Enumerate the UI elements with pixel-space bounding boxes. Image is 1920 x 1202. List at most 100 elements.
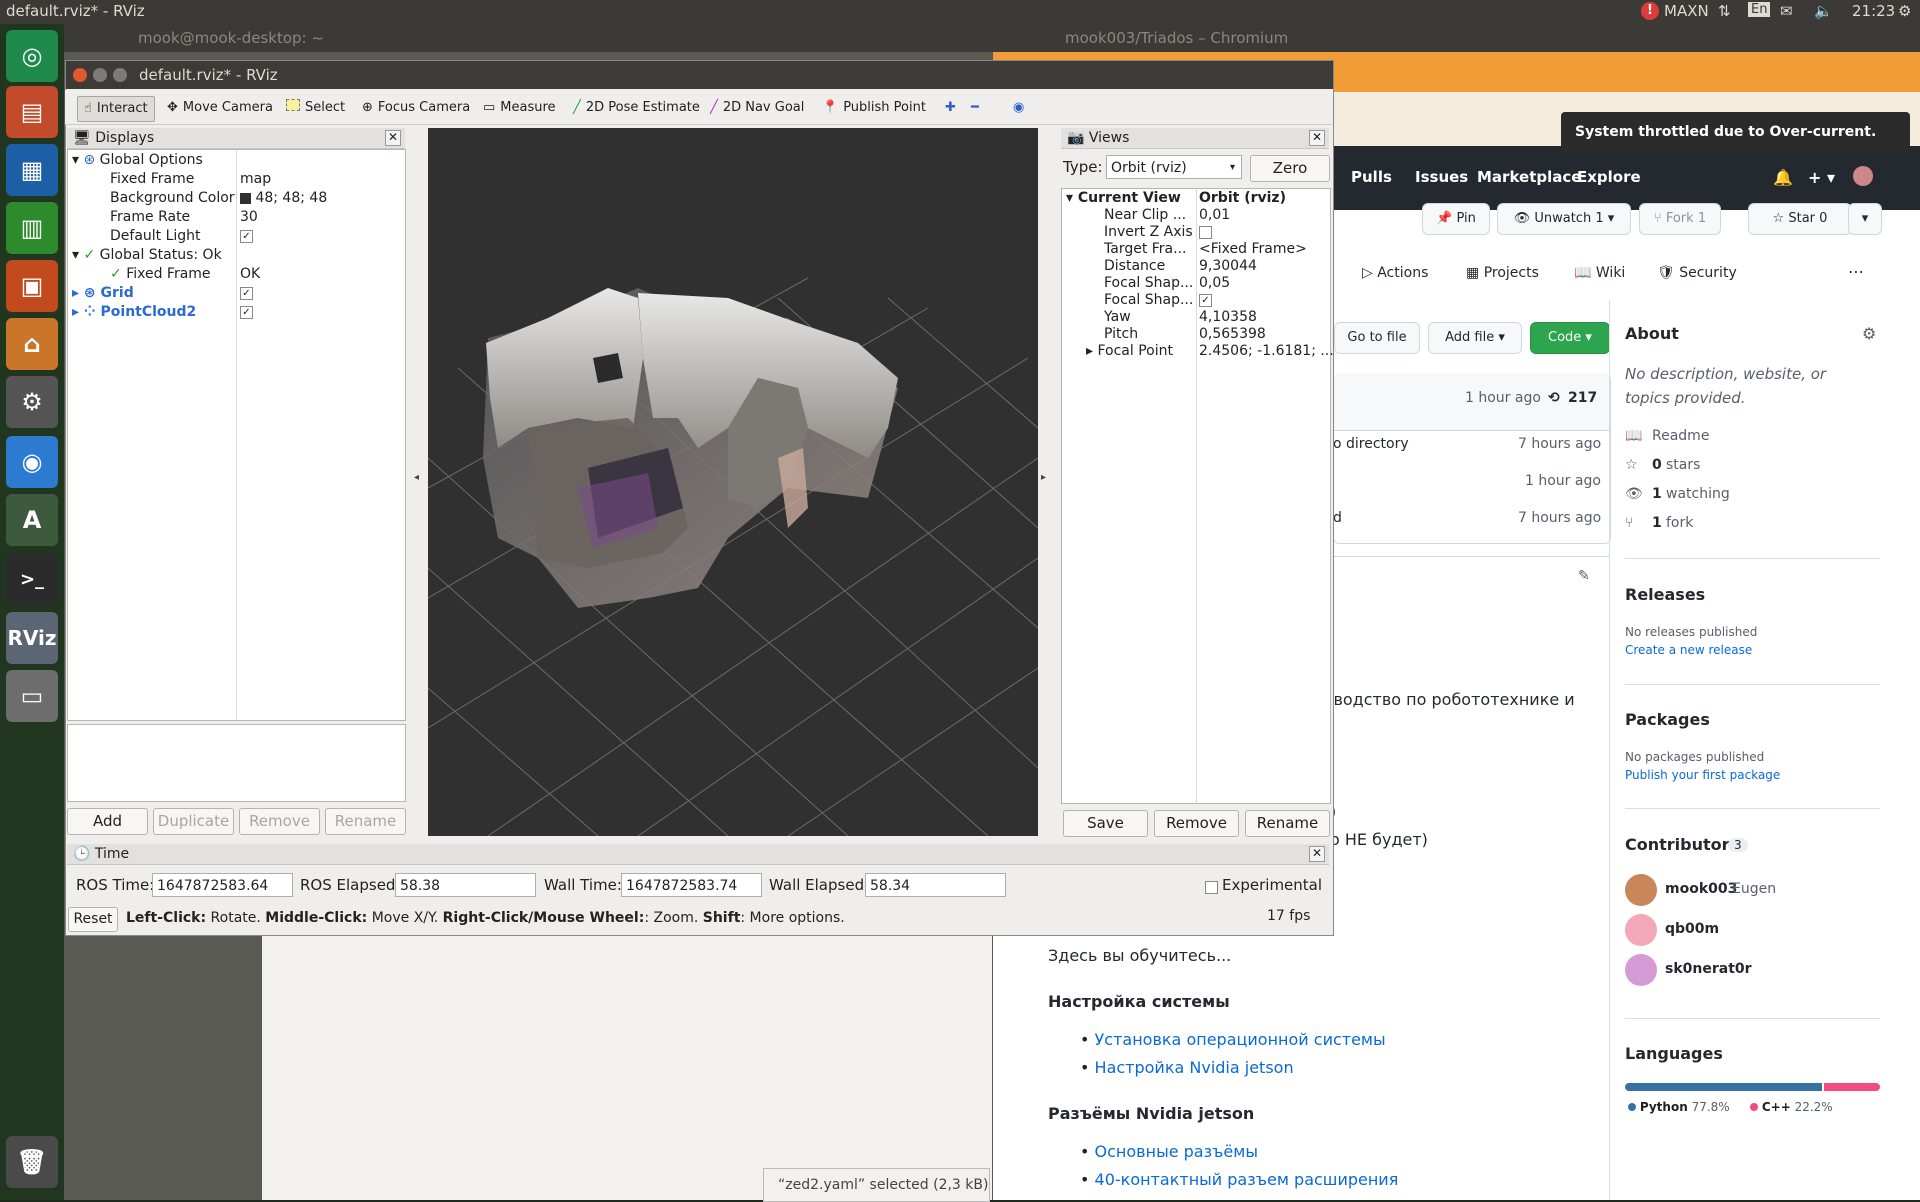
releases-title[interactable]: Releases xyxy=(1625,585,1705,604)
contributor-1-fullname[interactable]: Eugen xyxy=(1732,881,1776,897)
contributor-2[interactable]: qb00m xyxy=(1665,921,1719,937)
go-to-file-button[interactable]: Go to file xyxy=(1334,322,1420,354)
watching-count[interactable]: 1 xyxy=(1652,486,1662,502)
tool-2d-nav-goal[interactable]: ╱ 2D Nav Goal xyxy=(710,96,804,120)
unwatch-button[interactable]: 👁 Unwatch 1 ▾ xyxy=(1497,203,1631,235)
close-icon[interactable] xyxy=(73,68,87,82)
language-cpp[interactable]: C++ 22.2% xyxy=(1750,1100,1833,1114)
add-display-button[interactable]: Add xyxy=(67,808,148,835)
gear-icon[interactable]: ⚙ xyxy=(1898,2,1911,20)
frame-rate-value[interactable]: 30 xyxy=(240,208,258,227)
edit-readme-icon[interactable]: ✎ xyxy=(1578,568,1590,584)
minimize-icon[interactable] xyxy=(93,68,107,82)
writer-icon[interactable]: ▦ xyxy=(6,144,58,196)
power-mode-label[interactable]: MAXN xyxy=(1664,2,1709,20)
readme-link[interactable]: Readme xyxy=(1652,428,1709,444)
close-icon[interactable]: ✕ xyxy=(1309,846,1325,862)
commit-count[interactable]: 217 xyxy=(1568,390,1597,406)
calc-icon[interactable]: ▥ xyxy=(6,202,58,254)
chromium-icon[interactable]: ◉ xyxy=(6,436,58,488)
close-icon[interactable]: ✕ xyxy=(385,130,401,146)
tool-properties-icon[interactable]: ◉ xyxy=(1013,96,1024,120)
remove-display-button[interactable]: Remove xyxy=(239,808,320,835)
contributor-1[interactable]: mook003 xyxy=(1665,881,1737,897)
tree-row-fixed-frame[interactable]: Fixed Frame xyxy=(110,170,194,189)
3d-scene[interactable] xyxy=(428,128,1038,836)
avatar[interactable] xyxy=(1625,874,1657,906)
tool-interact[interactable]: ☝ Interact xyxy=(77,96,155,122)
remove-tool-icon[interactable]: ━ xyxy=(971,96,979,120)
nav-pulls[interactable]: Pulls xyxy=(1351,168,1392,186)
tree-row-global-status[interactable]: ▾ ✓ Global Status: Ok xyxy=(72,246,222,265)
ubuntu-icon[interactable]: ◎ xyxy=(6,30,58,82)
terminal-icon[interactable]: >_ xyxy=(6,554,58,606)
avatar[interactable] xyxy=(1853,166,1873,186)
rviz-icon[interactable]: RViz xyxy=(6,612,58,664)
code-button[interactable]: Code ▾ xyxy=(1530,322,1610,354)
file-name-1[interactable]: o directory xyxy=(1333,436,1409,452)
create-release-link[interactable]: Create a new release xyxy=(1625,643,1752,657)
fork-button[interactable]: ⑂ Fork 1 xyxy=(1639,203,1721,235)
history-icon[interactable]: ⟲ xyxy=(1548,390,1560,406)
zero-view-button[interactable]: Zero xyxy=(1250,155,1330,182)
publish-package-link[interactable]: Publish your first package xyxy=(1625,768,1780,782)
tool-publish-point[interactable]: 📍 Publish Point xyxy=(822,96,926,120)
stars-label[interactable]: stars xyxy=(1666,457,1700,473)
drive-icon[interactable]: ▭ xyxy=(6,670,58,722)
tree-row-status-fixed-frame[interactable]: ✓ Fixed Frame xyxy=(110,265,211,284)
file-name-3[interactable]: d xyxy=(1333,510,1342,526)
mail-icon[interactable]: ✉ xyxy=(1780,2,1793,20)
rename-view-button[interactable]: Rename xyxy=(1245,810,1330,837)
gear-icon[interactable]: ⚙ xyxy=(1862,324,1876,343)
files-icon[interactable]: ▤ xyxy=(6,86,58,138)
tree-row-default-light[interactable]: Default Light xyxy=(110,227,201,246)
pointcloud2-checkbox[interactable]: ✓ xyxy=(240,303,253,322)
experimental-label[interactable]: Experimental xyxy=(1222,873,1322,897)
3d-viewport[interactable] xyxy=(428,128,1038,836)
save-view-button[interactable]: Save xyxy=(1063,810,1148,837)
tool-select[interactable]: Select xyxy=(286,96,345,120)
view-type-select[interactable]: Orbit (rviz) ▾ xyxy=(1106,155,1242,179)
experimental-checkbox[interactable] xyxy=(1205,878,1218,896)
star-button[interactable]: ☆ Star 0 xyxy=(1748,203,1852,235)
grid-checkbox[interactable]: ✓ xyxy=(240,284,253,303)
tree-row-background-color[interactable]: Background Color xyxy=(110,189,235,208)
tree-row-global-options[interactable]: ▾ ⊛ Global Options xyxy=(72,151,203,170)
link-os-install[interactable]: • Установка операционной системы xyxy=(1080,1030,1386,1049)
fixed-frame-value[interactable]: map xyxy=(240,170,271,189)
tool-measure[interactable]: ▭ Measure xyxy=(483,96,556,120)
ros-elapsed-field[interactable]: 58.38 xyxy=(395,873,536,897)
duplicate-display-button[interactable]: Duplicate xyxy=(153,808,234,835)
remove-view-button[interactable]: Remove xyxy=(1154,810,1239,837)
trash-icon[interactable]: 🗑 xyxy=(6,1136,58,1188)
ros-time-field[interactable]: 1647872583.64 xyxy=(152,873,293,897)
plus-icon[interactable]: + ▾ xyxy=(1808,168,1835,187)
stars-count[interactable]: 0 xyxy=(1652,457,1662,473)
link-main-connectors[interactable]: • Основные разъёмы xyxy=(1080,1142,1258,1161)
fork-label-side[interactable]: fork xyxy=(1666,515,1693,531)
collapse-left-icon[interactable]: ◂ xyxy=(414,472,419,483)
tab-wiki[interactable]: 📖 Wiki xyxy=(1574,265,1625,281)
nav-explore[interactable]: Explore xyxy=(1577,168,1641,186)
network-icon[interactable]: ⇅ xyxy=(1718,2,1731,20)
background-color-value[interactable]: 48; 48; 48 xyxy=(240,189,327,208)
settings-icon[interactable]: ⚙ xyxy=(6,376,58,428)
nav-marketplace[interactable]: Marketplace xyxy=(1477,168,1581,186)
volume-icon[interactable]: 🔈 xyxy=(1814,2,1833,20)
wall-time-field[interactable]: 1647872583.74 xyxy=(621,873,762,897)
nav-issues[interactable]: Issues xyxy=(1415,168,1468,186)
collapse-right-icon[interactable]: ▸ xyxy=(1041,472,1046,483)
tree-row-frame-rate[interactable]: Frame Rate xyxy=(110,208,190,227)
tree-row-pointcloud2[interactable]: ▸ ⁘ PointCloud2 xyxy=(72,303,196,322)
tool-focus-camera[interactable]: ⊕ Focus Camera xyxy=(362,96,470,120)
add-tool-icon[interactable]: ✚ xyxy=(945,96,956,120)
more-icon[interactable]: ⋯ xyxy=(1848,262,1864,281)
alert-icon[interactable]: ! xyxy=(1641,2,1659,20)
focal-point-value[interactable]: 2.4506; -1.6181; ... xyxy=(1199,342,1334,361)
contributor-3[interactable]: sk0nerat0r xyxy=(1665,961,1752,977)
rename-display-button[interactable]: Rename xyxy=(325,808,406,835)
reset-button[interactable]: Reset xyxy=(68,907,118,932)
contributors-title[interactable]: Contributors xyxy=(1625,835,1739,854)
avatar[interactable] xyxy=(1625,954,1657,986)
watching-label[interactable]: watching xyxy=(1666,486,1730,502)
